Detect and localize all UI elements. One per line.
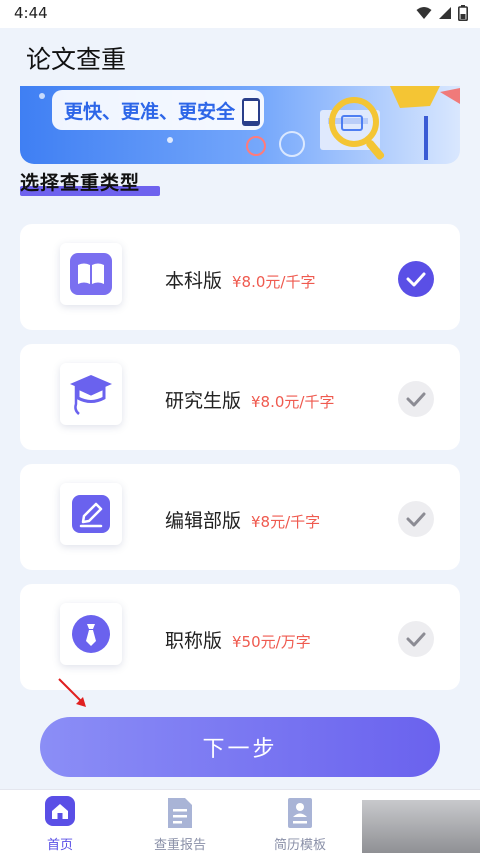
tab-label: 简历模板 bbox=[273, 838, 326, 853]
unselected-check-icon[interactable] bbox=[398, 381, 434, 417]
option-price: ¥50元/万字 bbox=[232, 633, 311, 651]
option-card-professional-title[interactable]: 职称版 ¥50元/万字 bbox=[20, 584, 460, 690]
promo-banner[interactable]: 更快、更准、更安全 bbox=[20, 86, 460, 164]
tab-report[interactable]: 查重报告 bbox=[120, 790, 240, 854]
hint-arrow-icon bbox=[58, 678, 86, 707]
report-icon bbox=[168, 798, 192, 828]
screen-corner-overlay bbox=[362, 800, 480, 853]
graduation-cap-icon bbox=[60, 363, 122, 425]
signal-icon bbox=[439, 7, 451, 19]
section-header: 选择查重类型 bbox=[20, 168, 160, 196]
option-card-editorial[interactable]: 编辑部版 ¥8元/千字 bbox=[20, 464, 460, 570]
option-name: 职称版 bbox=[165, 630, 223, 652]
tie-icon bbox=[60, 603, 122, 665]
tab-resume[interactable]: 简历模板 bbox=[240, 790, 360, 854]
tab-label: 查重报告 bbox=[153, 838, 206, 853]
status-icons bbox=[416, 5, 468, 21]
status-bar: 4:44 bbox=[0, 0, 480, 28]
option-name: 本科版 bbox=[165, 270, 223, 292]
wifi-icon bbox=[416, 7, 432, 19]
book-icon bbox=[60, 243, 122, 305]
tab-label: 首页 bbox=[46, 838, 73, 853]
next-step-button[interactable]: 下一步 bbox=[40, 717, 440, 777]
option-card-undergraduate[interactable]: 本科版 ¥8.0元/千字 bbox=[20, 224, 460, 330]
status-time: 4:44 bbox=[14, 4, 48, 22]
page-title: 论文查重 bbox=[26, 45, 127, 74]
option-name: 编辑部版 bbox=[165, 510, 242, 532]
selected-check-icon[interactable] bbox=[398, 261, 434, 297]
unselected-check-icon[interactable] bbox=[398, 501, 434, 537]
option-price: ¥8元/千字 bbox=[251, 513, 321, 531]
home-icon bbox=[45, 796, 75, 826]
edit-pen-icon bbox=[60, 483, 122, 545]
unselected-check-icon[interactable] bbox=[398, 621, 434, 657]
section-title: 选择查重类型 bbox=[20, 172, 141, 194]
option-card-graduate[interactable]: 研究生版 ¥8.0元/千字 bbox=[20, 344, 460, 450]
option-price: ¥8.0元/千字 bbox=[232, 273, 316, 291]
option-price: ¥8.0元/千字 bbox=[251, 393, 335, 411]
banner-illustration bbox=[39, 86, 460, 160]
resume-icon bbox=[288, 798, 312, 828]
battery-icon bbox=[458, 5, 468, 21]
tab-home[interactable]: 首页 bbox=[0, 790, 120, 854]
option-name: 研究生版 bbox=[165, 390, 242, 412]
